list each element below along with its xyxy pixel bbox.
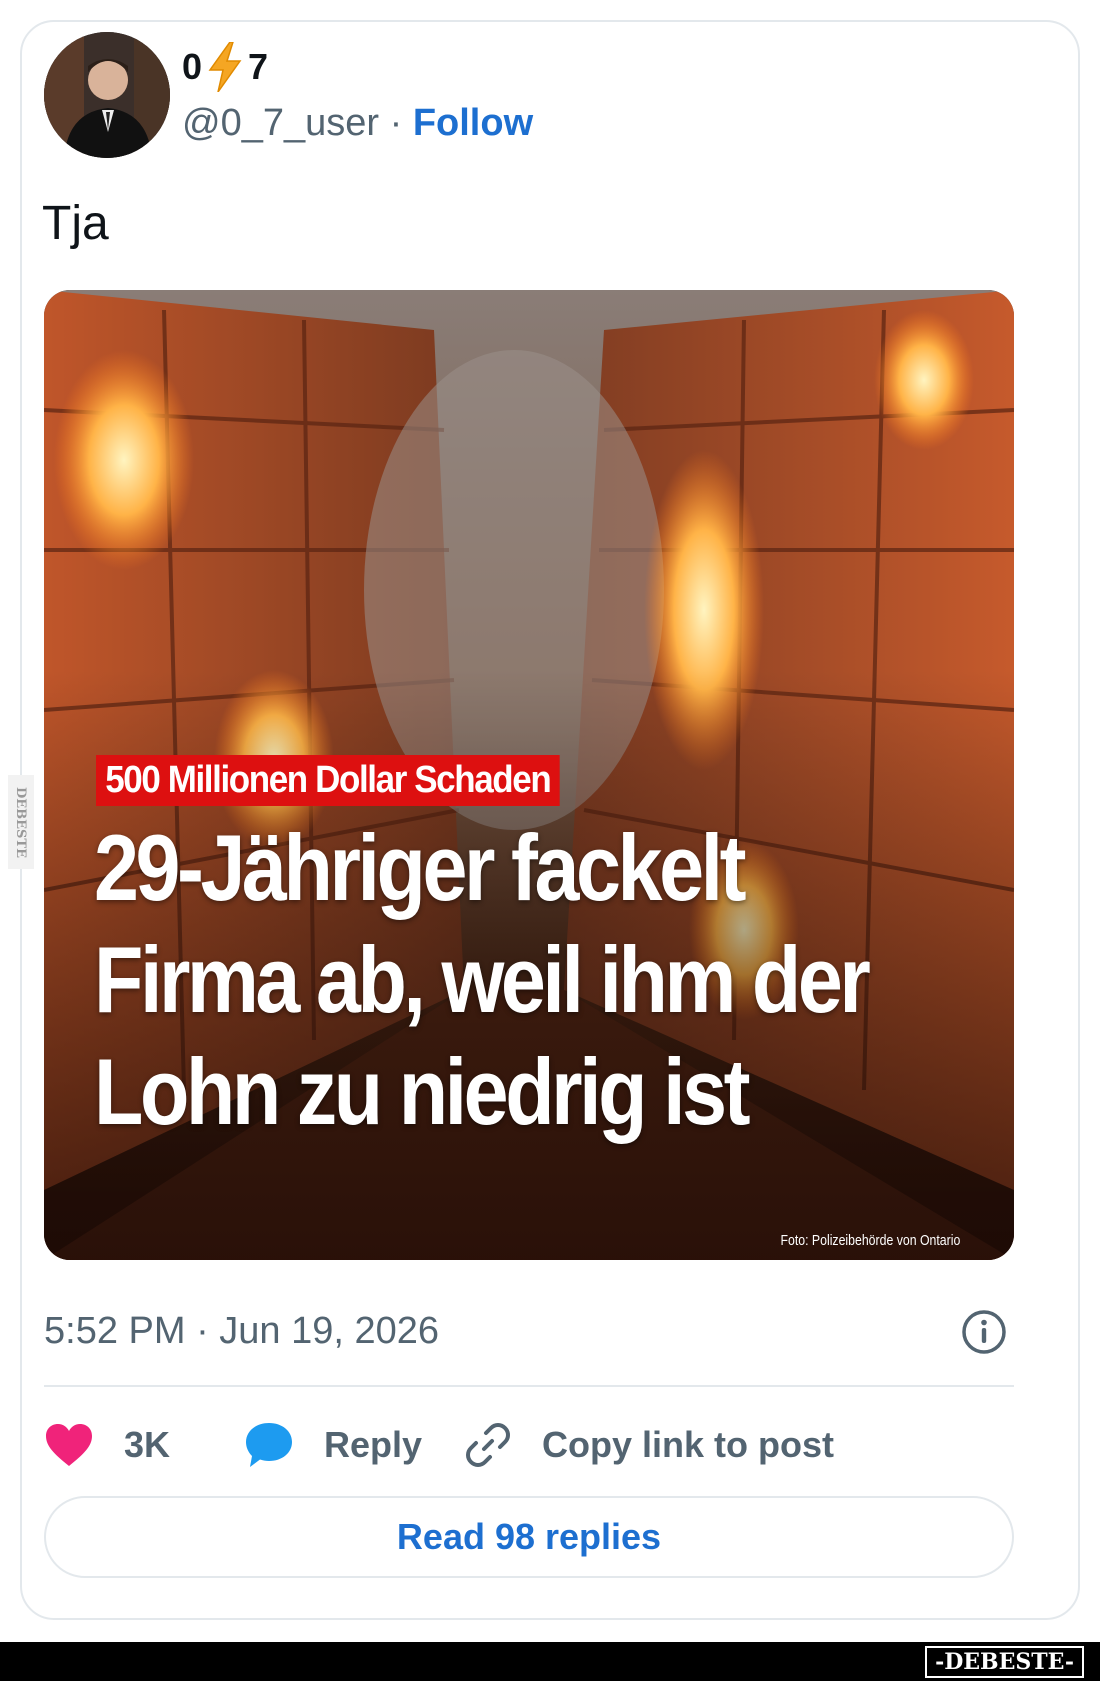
reply-bubble-icon	[246, 1423, 292, 1467]
author-name-part-right: 7	[248, 46, 269, 87]
link-icon	[466, 1423, 510, 1467]
heart-icon	[46, 1424, 92, 1466]
like-button[interactable]: 3K	[44, 1415, 170, 1475]
info-icon[interactable]	[960, 1308, 1008, 1356]
side-watermark-text: DEBESTE	[13, 786, 29, 858]
author-handle[interactable]: @0_7_user	[182, 102, 379, 144]
headline-line-3: Lohn zu niedrig ist	[94, 1039, 751, 1144]
action-bar: 3K Reply Copy link to post	[44, 1415, 1014, 1475]
author-name-part-left: 0	[182, 46, 203, 87]
read-replies-button[interactable]: Read 98 replies	[44, 1496, 1014, 1578]
watermark-badge: -DEBESTE-	[925, 1646, 1084, 1678]
media-kicker: 500 Millionen Dollar Schaden	[96, 755, 560, 806]
handle-separator: ·	[379, 102, 413, 144]
side-watermark: DEBESTE	[8, 775, 34, 869]
post-media[interactable]: 500 Millionen Dollar Schaden 29-Jähriger…	[44, 290, 1014, 1260]
lightning-emoji-icon	[208, 42, 242, 92]
author-name[interactable]: 0 7	[182, 42, 268, 92]
reply-label: Reply	[324, 1424, 423, 1465]
follow-link[interactable]: Follow	[413, 102, 533, 144]
author-avatar[interactable]	[44, 32, 170, 158]
handle-row: @0_7_user · Follow	[182, 102, 533, 145]
actions-divider	[44, 1385, 1014, 1387]
headline-line-2: Firma ab, weil ihm der	[94, 927, 871, 1032]
post-text: Tja	[42, 197, 109, 250]
copy-link-button[interactable]: Copy link to post	[464, 1415, 834, 1475]
read-replies-label: Read 98 replies	[396, 1516, 662, 1557]
post-timestamp[interactable]: 5:52 PM · Jun 19, 2026	[44, 1310, 439, 1353]
media-headline: 29-Jähriger fackelt Firma ab, weil ihm d…	[94, 812, 871, 1148]
photo-credit: Foto: Polizeibehörde von Ontario	[780, 1232, 960, 1249]
like-count: 3K	[124, 1424, 171, 1465]
avatar-image	[44, 32, 170, 158]
reply-button[interactable]: Reply	[244, 1415, 422, 1475]
headline-line-1: 29-Jähriger fackelt	[94, 815, 747, 920]
copy-link-label: Copy link to post	[542, 1424, 834, 1465]
